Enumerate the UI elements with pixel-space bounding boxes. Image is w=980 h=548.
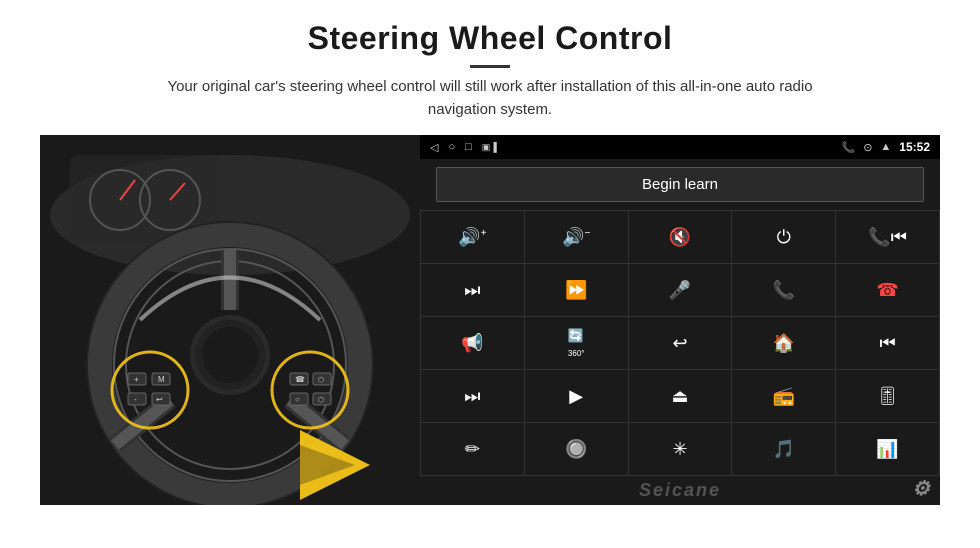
spectrum-button[interactable]: 📊 (836, 423, 939, 475)
content-area: + M - ↩ ☎ ⬡ ○ ⬡ (40, 135, 940, 505)
vol-up-icon: 🔊+ (458, 227, 486, 248)
title-section: Steering Wheel Control Your original car… (40, 20, 940, 121)
fast-forward-icon: ⏩ (565, 280, 587, 301)
begin-learn-button[interactable]: Begin learn (436, 167, 924, 202)
back-icon: ↩ (672, 333, 687, 354)
back-nav-icon[interactable]: ◁ (430, 141, 438, 154)
svg-text:☎: ☎ (295, 375, 305, 384)
edit-button[interactable]: ✏ (421, 423, 524, 475)
radio-icon: 📻 (773, 386, 795, 407)
location-status-icon: ⊙ (863, 141, 872, 154)
seicane-text: Seicane (639, 480, 721, 500)
360-icon: 🔄360° (568, 328, 585, 359)
eq-button[interactable]: 🎚 (836, 370, 939, 422)
status-left: ◁ ○ □ ▣▐ (430, 141, 497, 154)
signal-icon: ▣▐ (482, 142, 497, 153)
custom1-button[interactable]: 🔘 (525, 423, 628, 475)
rewind-button[interactable]: ⏮ (836, 317, 939, 369)
power-icon: ⏻ (777, 227, 791, 248)
bluetooth-icon: ✳ (672, 439, 687, 460)
skip-fwd-icon: ⏭ (464, 386, 480, 407)
page-title: Steering Wheel Control (40, 20, 940, 57)
bluetooth-button[interactable]: ✳ (629, 423, 732, 475)
vol-down-icon: 🔊− (562, 227, 590, 248)
home-nav-icon[interactable]: ○ (448, 141, 455, 153)
title-divider (470, 65, 510, 68)
page-subtitle: Your original car's steering wheel contr… (140, 76, 840, 121)
svg-text:+: + (134, 375, 139, 384)
360-button[interactable]: 🔄360° (525, 317, 628, 369)
wifi-status-icon: ▲ (880, 141, 891, 153)
eject-icon: ⏏ (671, 386, 688, 407)
svg-text:-: - (134, 395, 137, 404)
skip-fwd-button[interactable]: ⏭ (421, 370, 524, 422)
spectrum-icon: 📊 (876, 439, 898, 460)
home-icon: 🏠 (773, 333, 795, 354)
skip-next-button[interactable]: ⏭ (421, 264, 524, 316)
call-button[interactable]: 📞 (732, 264, 835, 316)
speaker-icon: 📢 (461, 333, 483, 354)
eq-icon: 🎚 (876, 386, 899, 407)
begin-learn-bar: Begin learn (420, 159, 940, 210)
end-call-icon: ☎ (876, 280, 898, 301)
watermark-bar: Seicane ⚙ (420, 476, 940, 505)
controls-grid: 🔊+ 🔊− 🔇 ⏻ 📞⏮ ⏭ ⏩ (420, 210, 940, 476)
vol-down-button[interactable]: 🔊− (525, 211, 628, 263)
navigate-button[interactable]: ▶ (525, 370, 628, 422)
music-icon: 🎵 (773, 439, 795, 460)
svg-text:↩: ↩ (156, 395, 163, 404)
edit-icon: ✏ (465, 439, 480, 460)
radio-button[interactable]: 📻 (732, 370, 835, 422)
prev-track-button[interactable]: 📞⏮ (836, 211, 939, 263)
clock: 15:52 (899, 140, 930, 154)
mic-icon: 🎤 (669, 280, 691, 301)
fast-forward-button[interactable]: ⏩ (525, 264, 628, 316)
page-container: Steering Wheel Control Your original car… (0, 0, 980, 505)
music-button[interactable]: 🎵 (732, 423, 835, 475)
eject-button[interactable]: ⏏ (629, 370, 732, 422)
home-button[interactable]: 🏠 (732, 317, 835, 369)
svg-text:⬡: ⬡ (318, 396, 324, 404)
status-right: 📞 ⊙ ▲ 15:52 (841, 140, 930, 154)
recents-nav-icon[interactable]: □ (465, 141, 472, 153)
android-ui: ◁ ○ □ ▣▐ 📞 ⊙ ▲ 15:52 Begin learn (420, 135, 940, 505)
call-icon: 📞 (773, 280, 795, 301)
mute-button[interactable]: 🔇 (629, 211, 732, 263)
rewind-icon: ⏮ (879, 333, 895, 354)
mic-button[interactable]: 🎤 (629, 264, 732, 316)
speaker-button[interactable]: 📢 (421, 317, 524, 369)
vol-up-button[interactable]: 🔊+ (421, 211, 524, 263)
prev-track-icon: 📞⏮ (868, 227, 907, 248)
mute-icon: 🔇 (669, 227, 691, 248)
custom1-icon: 🔘 (565, 439, 587, 460)
power-button[interactable]: ⏻ (732, 211, 835, 263)
end-call-button[interactable]: ☎ (836, 264, 939, 316)
svg-text:M: M (158, 375, 165, 384)
back-button[interactable]: ↩ (629, 317, 732, 369)
status-bar: ◁ ○ □ ▣▐ 📞 ⊙ ▲ 15:52 (420, 135, 940, 159)
car-image: + M - ↩ ☎ ⬡ ○ ⬡ (40, 135, 420, 505)
svg-text:○: ○ (295, 395, 300, 404)
phone-status-icon: 📞 (841, 141, 855, 154)
settings-gear-icon[interactable]: ⚙ (912, 476, 932, 501)
svg-text:⬡: ⬡ (318, 376, 324, 384)
navigate-icon: ▶ (569, 386, 583, 407)
skip-next-icon: ⏭ (464, 280, 480, 301)
